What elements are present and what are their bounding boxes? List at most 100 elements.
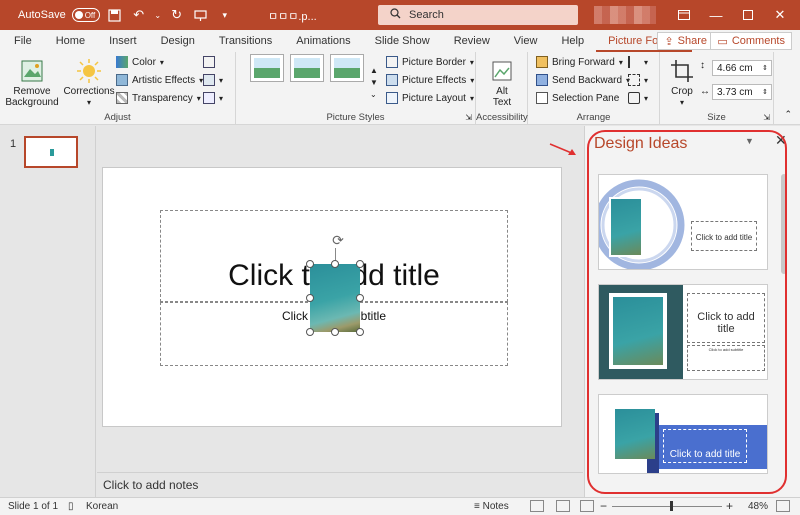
picture-layout-button[interactable]: Picture Layout ▾: [386, 92, 474, 104]
picture-border-label: Picture Border: [402, 56, 466, 68]
fit-to-window-icon[interactable]: [776, 500, 790, 512]
reset-picture-button[interactable]: ▾: [203, 92, 223, 104]
corrections-dropdown-icon: ▾: [86, 98, 91, 107]
rotate-handle-icon[interactable]: ⟳: [330, 232, 346, 248]
tab-home[interactable]: Home: [44, 30, 97, 52]
picture-layout-icon: [386, 92, 398, 104]
accessibility-label: Accessibility: [476, 112, 528, 123]
close-window-icon[interactable]: ✕: [764, 0, 796, 30]
crop-button[interactable]: Crop ▾: [668, 58, 696, 108]
notes-toggle[interactable]: ≡ Notes: [474, 501, 509, 512]
picture-style-3[interactable]: [330, 54, 364, 82]
zoom-level[interactable]: 48%: [748, 501, 768, 512]
zoom-in-icon[interactable]: +: [726, 499, 733, 513]
send-backward-button[interactable]: Send Backward ▾: [536, 74, 630, 86]
tab-review[interactable]: Review: [442, 30, 502, 52]
selected-picture[interactable]: [310, 264, 360, 332]
undo-dropdown-icon[interactable]: ⌄: [154, 6, 162, 24]
design-idea-card-1[interactable]: Click to add title: [598, 174, 768, 270]
zoom-out-icon[interactable]: −: [600, 499, 607, 513]
tab-slide-show[interactable]: Slide Show: [363, 30, 442, 52]
autosave-toggle[interactable]: Off: [71, 8, 100, 22]
comments-button[interactable]: ▭ Comments: [710, 32, 792, 50]
quick-access-toolbar: AutoSave Off ↶ ⌄ ↻ ▾: [0, 0, 234, 30]
maximize-icon[interactable]: [732, 0, 764, 30]
resize-handle-w[interactable]: [306, 294, 314, 302]
slide-sorter-icon[interactable]: [556, 500, 570, 512]
zoom-slider[interactable]: [612, 506, 722, 507]
design-idea-card-3[interactable]: Click to add title: [598, 394, 768, 474]
corrections-button[interactable]: Corrections ▾: [63, 58, 115, 108]
tab-help[interactable]: Help: [549, 30, 596, 52]
save-icon[interactable]: [106, 6, 124, 24]
resize-handle-nw[interactable]: [306, 260, 314, 268]
pane-scrollbar[interactable]: [781, 174, 787, 274]
align-button[interactable]: ▾: [628, 56, 648, 68]
share-icon: ⇪: [664, 35, 674, 48]
minimize-icon[interactable]: —: [700, 0, 732, 30]
remove-background-icon: [21, 60, 43, 82]
resize-handle-s[interactable]: [331, 328, 339, 336]
picture-styles-launcher-icon[interactable]: ⇲: [465, 113, 472, 122]
ribbon-display-icon[interactable]: [668, 0, 700, 30]
present-icon[interactable]: [192, 6, 210, 24]
slide-thumbnail[interactable]: [24, 136, 78, 168]
styles-gallery-more-icon[interactable]: ⌄: [370, 90, 377, 99]
resize-handle-sw[interactable]: [306, 328, 314, 336]
height-spinner-icon[interactable]: ⇕: [762, 64, 768, 72]
bring-forward-button[interactable]: Bring Forward ▾: [536, 56, 623, 68]
resize-handle-ne[interactable]: [356, 260, 364, 268]
close-pane-icon[interactable]: ✕: [775, 132, 787, 149]
width-input[interactable]: 3.73 cm ⇕: [712, 84, 772, 100]
reading-view-icon[interactable]: [580, 500, 594, 512]
user-avatar[interactable]: [594, 6, 656, 24]
slide-canvas[interactable]: Click to add title Click to add subtitle…: [102, 167, 562, 427]
autosave-state: Off: [84, 10, 96, 20]
language-indicator[interactable]: Korean: [86, 501, 118, 512]
picture-style-2[interactable]: [290, 54, 324, 82]
selection-pane-button[interactable]: Selection Pane: [536, 92, 619, 104]
card-2-picture-inner: [613, 297, 663, 365]
collapse-ribbon-icon[interactable]: ⌃: [784, 109, 792, 120]
resize-handle-e[interactable]: [356, 294, 364, 302]
group-button[interactable]: ▾: [628, 74, 648, 86]
remove-background-button[interactable]: Remove Background: [5, 58, 59, 108]
spell-check-icon[interactable]: ▯: [68, 501, 74, 512]
undo-icon[interactable]: ↶: [130, 6, 148, 24]
design-idea-card-2[interactable]: Click to add title Click to add subtitle: [598, 284, 768, 380]
compress-pictures-button[interactable]: [203, 56, 215, 68]
tab-file[interactable]: File: [0, 30, 44, 52]
picture-style-1[interactable]: [250, 54, 284, 82]
share-button[interactable]: ⇪ Share: [657, 32, 714, 50]
tab-view[interactable]: View: [502, 30, 550, 52]
normal-view-icon[interactable]: [530, 500, 544, 512]
tab-insert[interactable]: Insert: [97, 30, 149, 52]
zoom-slider-knob[interactable]: [670, 501, 673, 511]
search-box[interactable]: Search: [378, 5, 578, 25]
artistic-effects-button[interactable]: Artistic Effects ▾: [116, 74, 203, 86]
height-value: 4.66 cm: [717, 62, 753, 74]
notes-pane[interactable]: Click to add notes: [97, 472, 583, 497]
pane-options-icon[interactable]: ▼: [745, 136, 754, 146]
styles-gallery-scroll-down-icon[interactable]: ▼: [370, 78, 378, 87]
tab-design[interactable]: Design: [149, 30, 207, 52]
customize-toolbar-icon[interactable]: ▾: [216, 6, 234, 24]
styles-gallery-scroll-up-icon[interactable]: ▲: [370, 66, 378, 75]
size-launcher-icon[interactable]: ⇲: [763, 113, 770, 122]
crop-dropdown-icon: ▾: [679, 98, 684, 107]
redo-icon[interactable]: ↻: [168, 6, 186, 24]
picture-effects-button[interactable]: Picture Effects ▾: [386, 74, 474, 86]
tab-animations[interactable]: Animations: [284, 30, 362, 52]
picture-border-button[interactable]: Picture Border ▾: [386, 56, 474, 68]
resize-handle-n[interactable]: [331, 260, 339, 268]
resize-handle-se[interactable]: [356, 328, 364, 336]
transparency-icon: [116, 92, 128, 104]
change-picture-button[interactable]: ▾: [203, 74, 223, 86]
width-spinner-icon[interactable]: ⇕: [762, 88, 768, 96]
rotate-button[interactable]: ▾: [628, 92, 648, 104]
tab-transitions[interactable]: Transitions: [207, 30, 284, 52]
transparency-button[interactable]: Transparency ▾: [116, 92, 201, 104]
height-input[interactable]: 4.66 cm ⇕: [712, 60, 772, 76]
color-button[interactable]: Color ▾: [116, 56, 164, 68]
alt-text-button[interactable]: Alt Text: [486, 58, 518, 108]
